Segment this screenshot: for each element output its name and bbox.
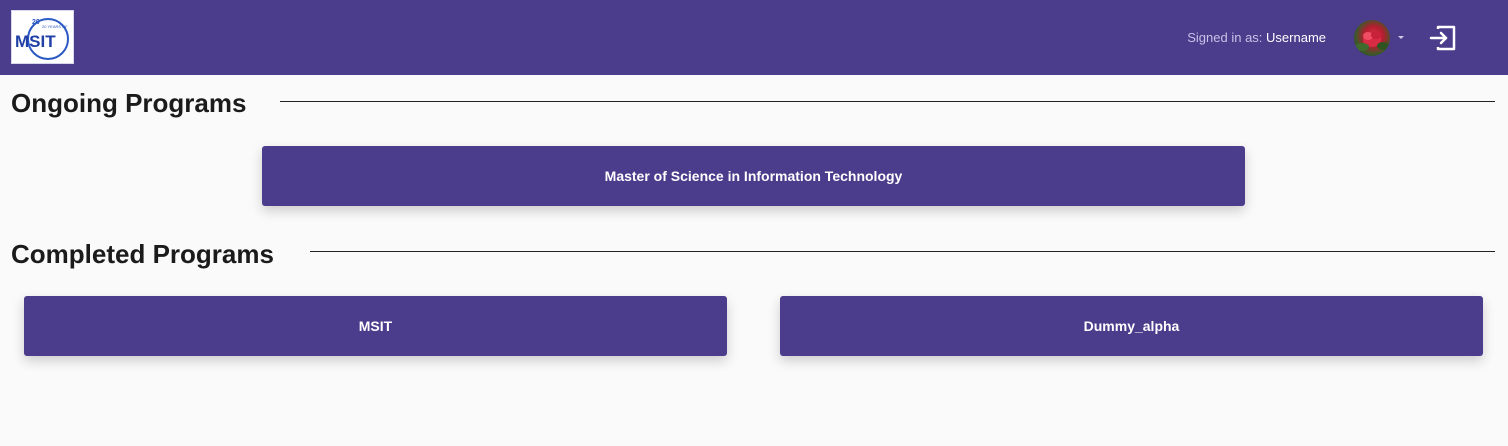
program-card-msit-full[interactable]: Master of Science in Information Technol… <box>262 146 1245 206</box>
completed-programs-heading: Completed Programs <box>11 239 274 269</box>
program-card-label: Dummy_alpha <box>1083 318 1180 334</box>
msit-logo-image: 20 20 YEARS OF MSIT <box>15 18 69 60</box>
logo-badge-text: 20 YEARS OF <box>42 24 68 29</box>
msit-logo[interactable]: 20 20 YEARS OF MSIT <box>11 10 74 64</box>
signed-in-status: Signed in as: Username <box>1187 30 1326 46</box>
chevron-down-icon[interactable] <box>1398 36 1404 39</box>
logo-badge-number: 20 <box>32 19 40 26</box>
top-navbar: 20 20 YEARS OF MSIT Signed in as: Userna… <box>0 0 1508 75</box>
avatar-image <box>1355 31 1389 51</box>
logo-text: MSIT <box>15 32 56 51</box>
ongoing-divider <box>280 101 1495 102</box>
logout-icon[interactable] <box>1428 24 1458 52</box>
program-card-label: Master of Science in Information Technol… <box>604 168 903 184</box>
program-card-dummy-alpha[interactable]: Dummy_alpha <box>780 296 1483 356</box>
program-card-msit[interactable]: MSIT <box>24 296 727 356</box>
user-avatar[interactable] <box>1354 20 1390 56</box>
program-card-label: MSIT <box>358 318 393 334</box>
completed-divider <box>310 251 1495 252</box>
signed-in-label: Signed in as: <box>1187 30 1267 45</box>
username: Username <box>1266 30 1326 45</box>
ongoing-programs-heading: Ongoing Programs <box>11 88 247 118</box>
